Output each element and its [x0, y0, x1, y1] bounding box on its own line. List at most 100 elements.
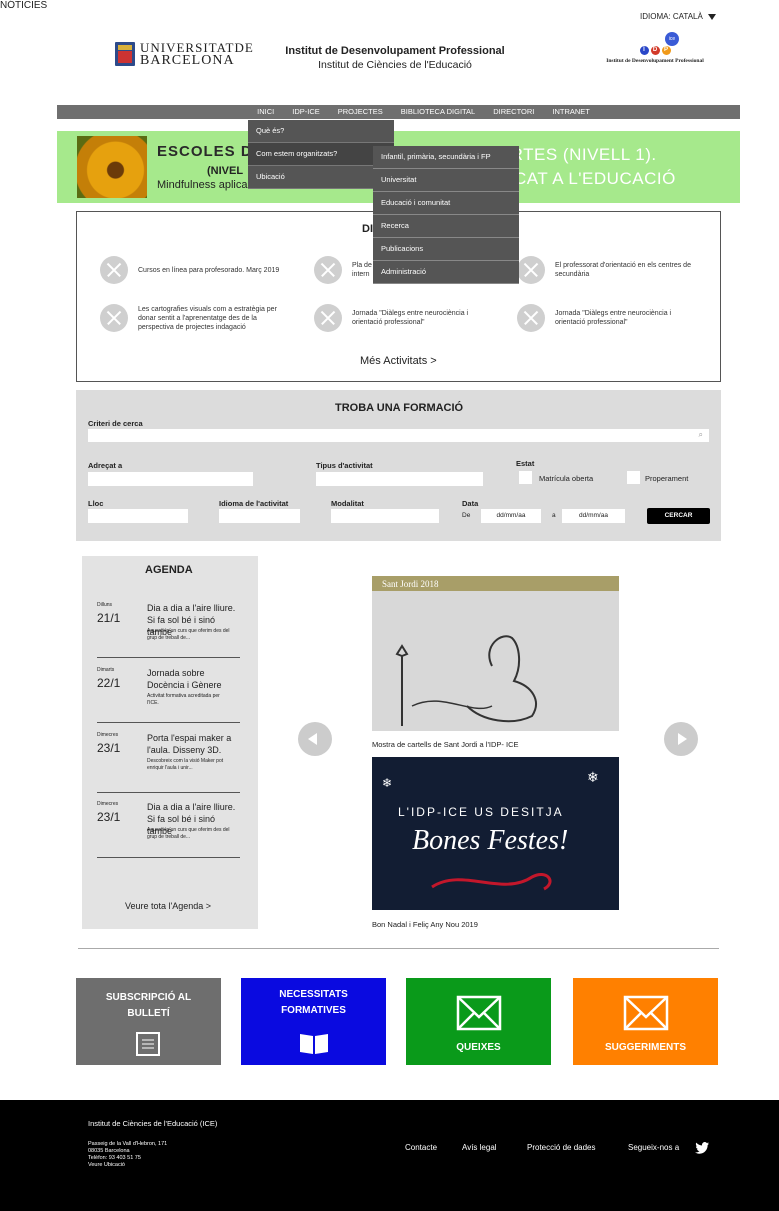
activity-text-line2: intern	[352, 271, 370, 278]
agenda-panel: AGENDA Dilluns 21/1 Dia a dia a l'aire l…	[82, 556, 258, 929]
news-title: NÓTICIES	[0, 0, 48, 11]
cercar-button[interactable]: CERCAR	[647, 508, 710, 524]
submenu-item-recerca[interactable]: Recerca	[373, 215, 519, 238]
matricula-checkbox[interactable]	[519, 471, 532, 484]
footer-proteccio-link[interactable]: Protecció de dades	[527, 1143, 596, 1152]
date-to-input[interactable]: dd/mm/aa	[562, 509, 625, 523]
main-nav: INICI IDP-ICE PROJECTES BIBLIOTECA DIGIT…	[57, 105, 740, 119]
nav-inici[interactable]: INICI	[257, 105, 274, 119]
search-panel: TROBA UNA FORMACIÓ Criteri de cerca ⌕ Ad…	[76, 390, 721, 541]
envelope-icon	[456, 995, 502, 1031]
nav-idp-ice[interactable]: IDP-ICE	[292, 105, 320, 119]
site-title-main: Institut de Desenvolupament Professional	[285, 45, 505, 57]
subscribe-label: SUBSCRIPCIÓ AL BULLETÍ	[105, 992, 192, 1019]
submenu-item-universitat[interactable]: Universitat	[373, 169, 519, 192]
submenu-dropdown: Infantil, primària, secundària i FP Univ…	[373, 146, 519, 284]
submenu-item-infantil[interactable]: Infantil, primària, secundària i FP	[373, 146, 519, 169]
news-image-bones-festes[interactable]: L'IDP-ICE US DESITJA Bones Festes! ❄ ❄	[372, 757, 619, 910]
prev-news-button[interactable]	[298, 722, 332, 756]
arrow-right-icon	[678, 733, 687, 745]
next-news-button[interactable]	[664, 722, 698, 756]
menu-item-que-es[interactable]: Què és?	[248, 120, 394, 143]
lloc-input[interactable]	[88, 509, 188, 523]
location-link[interactable]: Veure Ubicació	[88, 1162, 167, 1169]
event-day: Dimecres	[97, 732, 119, 738]
idp-logo-text: Institut de Desenvolupament Professional	[606, 58, 704, 64]
needs-box[interactable]: NECESSITATS FORMATIVES	[241, 978, 386, 1065]
address-line: Passeig de la Vall d'Hebron, 171	[88, 1141, 168, 1147]
adrecat-input[interactable]	[88, 472, 253, 486]
complaints-box[interactable]: QUEIXES	[406, 978, 551, 1065]
twitter-icon[interactable]	[695, 1142, 709, 1154]
placeholder-image-icon	[100, 256, 128, 284]
de-label: De	[462, 512, 471, 519]
complaints-label: QUEIXES	[456, 1042, 501, 1053]
nav-projectes[interactable]: PROJECTES	[338, 105, 383, 119]
agenda-more-link[interactable]: Veure tota l'Agenda >	[125, 901, 211, 911]
event-date: 23/1	[97, 810, 121, 824]
ub-logo-line2: BARCELONA	[140, 53, 235, 68]
event-summary: Aquest és un curs que oferim des del gru…	[147, 827, 230, 840]
ub-logo[interactable]: UNIVERSITATDE BARCELONA	[115, 41, 254, 68]
idp-logo[interactable]: ice I D P Institut de Desenvolupament Pr…	[600, 32, 710, 64]
activity-text: El professorat d'orientació en els centr…	[555, 262, 691, 278]
lloc-label: Lloc	[88, 499, 104, 508]
matricula-label: Matrícula oberta	[539, 474, 594, 483]
more-activities-link[interactable]: Més Activitats >	[360, 355, 437, 367]
footer-contacte-link[interactable]: Contacte	[405, 1143, 437, 1152]
subscribe-box[interactable]: SUBSCRIPCIÓ AL BULLETÍ	[76, 978, 221, 1065]
language-selector[interactable]: IDIOMA: CATALÀ	[640, 12, 716, 21]
nav-biblioteca-digital[interactable]: BIBLIOTECA DIGITAL	[401, 105, 475, 119]
idp-circles-icon: I D P	[600, 46, 710, 55]
activity-item[interactable]: Jornada "Diàlegs entre neurociència i or…	[517, 304, 717, 332]
news-image-sant-jordi[interactable]: Sant Jordi 2018	[372, 576, 619, 731]
divider	[97, 657, 240, 658]
news-caption[interactable]: Mostra de cartells de Sant Jordi a l'IDP…	[372, 740, 519, 749]
svg-text:❄: ❄	[587, 769, 599, 785]
address-line: 08035 Barcelona	[88, 1148, 130, 1154]
modalitat-input[interactable]	[331, 509, 439, 523]
idioma-label: Idioma de l'activitat	[219, 499, 289, 508]
submenu-item-educacio-comunitat[interactable]: Educació i comunitat	[373, 192, 519, 215]
site-title-sub: Institut de Ciències de l'Educació	[318, 59, 472, 71]
divider	[97, 857, 240, 858]
nav-directori[interactable]: DIRECTORI	[493, 105, 534, 119]
tipus-label: Tipus d'activitat	[316, 461, 373, 470]
arrow-left-icon	[308, 733, 317, 745]
activity-item[interactable]: El professorat d'orientació en els centr…	[517, 256, 717, 284]
ice-badge: ice	[665, 32, 679, 46]
activity-item[interactable]: Jornada "Diàlegs entre neurociència i or…	[314, 304, 514, 332]
criteri-input[interactable]: ⌕	[88, 429, 709, 442]
drawing-illustration	[395, 635, 537, 726]
properament-checkbox[interactable]	[627, 471, 640, 484]
submenu-item-publicacions[interactable]: Publicacions	[373, 238, 519, 261]
footer-segueix-label: Segueix-nos a	[628, 1143, 680, 1152]
address-line: Telèfon: 93 403 51 75	[88, 1155, 141, 1161]
activities-title: DI	[362, 223, 373, 235]
date-from-input[interactable]: dd/mm/aa	[481, 509, 541, 523]
news-caption[interactable]: Bon Nadal i Feliç Any Nou 2019	[372, 920, 478, 929]
activity-text: Cursos en línea para profesorado. Març 2…	[138, 266, 280, 274]
caret-down-icon	[707, 13, 716, 20]
nav-intranet[interactable]: INTRANET	[552, 105, 590, 119]
event-day: Dimecres	[97, 801, 119, 807]
placeholder-image-icon	[314, 256, 342, 284]
idioma-input[interactable]	[219, 509, 300, 523]
ribbon-illustration: ❄ ❄	[382, 769, 599, 891]
envelope-icon	[623, 995, 669, 1031]
event-date: 23/1	[97, 741, 121, 755]
suggestions-box[interactable]: SUGGERIMENTS	[573, 978, 718, 1065]
activity-text: Jornada "Diàlegs entre neurociència i or…	[555, 310, 672, 326]
footer-avis-legal-link[interactable]: Avís legal	[462, 1143, 497, 1152]
activity-item[interactable]: Cursos en línea para profesorado. Març 2…	[100, 256, 300, 284]
ub-shield-icon	[115, 42, 135, 66]
placeholder-image-icon	[517, 256, 545, 284]
event-summary: Activitat formativa acreditada per l'ICE…	[147, 693, 220, 706]
tipus-input[interactable]	[316, 472, 483, 486]
activity-text: Jornada "Diàlegs entre neurociència i or…	[352, 310, 469, 326]
activity-item[interactable]: Les cartografies visuals com a estratègi…	[100, 304, 300, 332]
data-label: Data	[462, 499, 479, 508]
placeholder-image-icon	[314, 304, 342, 332]
submenu-item-administracio[interactable]: Administració	[373, 261, 519, 284]
search-title: TROBA UNA FORMACIÓ	[335, 402, 464, 414]
